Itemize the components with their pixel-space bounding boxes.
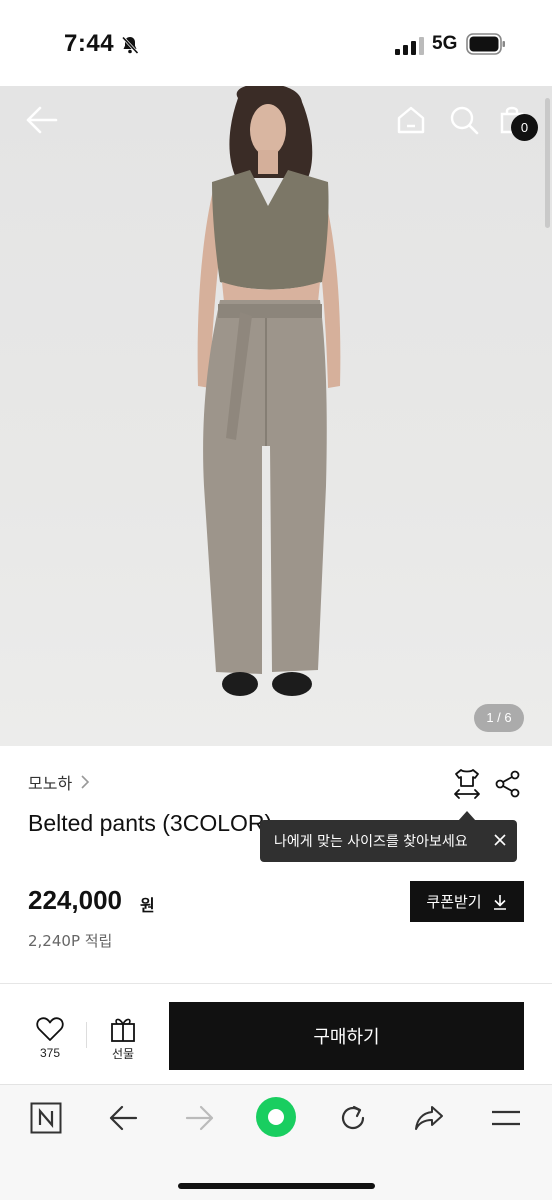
buy-button[interactable]: 구매하기 (169, 1002, 524, 1070)
close-icon[interactable] (493, 833, 507, 847)
battery-icon (466, 33, 505, 55)
heart-icon (36, 1017, 64, 1041)
browser-forward-icon[interactable] (185, 1102, 215, 1134)
naver-n-icon[interactable] (30, 1102, 62, 1134)
bell-off-icon (121, 36, 139, 55)
image-counter: 1 / 6 (474, 704, 524, 732)
coupon-label: 쿠폰받기 (426, 893, 482, 911)
price-value: 224,000 (28, 885, 122, 915)
search-icon[interactable] (448, 104, 480, 136)
size-tooltip: 나에게 맞는 사이즈를 찾아보세요 (260, 820, 517, 862)
product-title: Belted pants (3COLOR) (28, 810, 273, 836)
coupon-button[interactable]: 쿠폰받기 (410, 881, 524, 922)
model-photo (197, 86, 341, 696)
menu-icon[interactable] (490, 1102, 522, 1134)
network-label: 5G (432, 33, 458, 54)
price-unit: 원 (140, 896, 155, 915)
product-image[interactable]: 0 1 / 6 (0, 86, 552, 746)
tooltip-text: 나에게 맞는 사이즈를 찾아보세요 (274, 834, 468, 850)
back-arrow-icon[interactable] (24, 104, 60, 136)
chevron-right-icon (81, 775, 90, 789)
like-count: 375 (39, 1046, 61, 1060)
scroll-indicator (545, 98, 550, 228)
like-button[interactable]: 375 (33, 1016, 67, 1071)
points-earned: 2,240P 적립 (28, 932, 113, 950)
gift-icon (111, 1018, 135, 1042)
green-dot-icon[interactable] (256, 1097, 296, 1137)
brand-name: 모노하 (28, 774, 73, 793)
vertical-divider (86, 1022, 87, 1048)
divider (0, 983, 552, 984)
brand-link[interactable]: 모노하 (28, 770, 90, 794)
product-page: 7:44 5G 0 1 / 6 모노하 Belted pants (3COLOR… (0, 0, 552, 1200)
home-icon[interactable] (395, 104, 427, 136)
share-arrow-icon[interactable] (413, 1102, 445, 1134)
home-indicator (178, 1183, 375, 1189)
share-icon[interactable] (494, 770, 522, 798)
gift-label: 선물 (111, 1047, 135, 1061)
cart-count-badge: 0 (511, 114, 538, 141)
gift-button[interactable]: 선물 (103, 1015, 143, 1070)
status-time: 7:44 (64, 30, 115, 57)
reload-icon[interactable] (337, 1102, 369, 1134)
browser-back-icon[interactable] (108, 1102, 138, 1134)
size-guide-icon[interactable] (452, 768, 482, 800)
signal-icon (395, 37, 424, 55)
status-bar: 7:44 5G (0, 0, 552, 86)
download-icon (493, 894, 506, 910)
